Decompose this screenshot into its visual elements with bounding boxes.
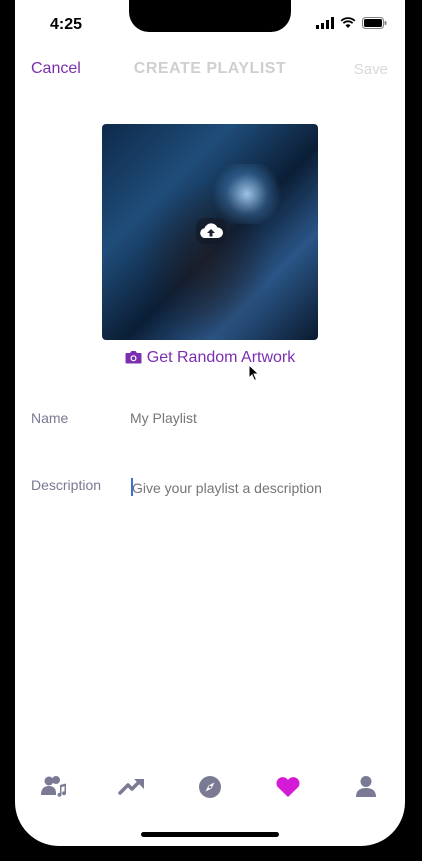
- tab-explore[interactable]: [193, 770, 227, 804]
- battery-icon: [362, 17, 387, 29]
- screen: 4:25 Cancel CREATE PLAYLIST Save Get Ran…: [15, 0, 405, 846]
- mouse-pointer-icon: [248, 364, 260, 382]
- notch: [129, 0, 291, 32]
- tab-friends-music[interactable]: [37, 770, 71, 804]
- artwork-shadow: [142, 184, 272, 340]
- tab-bar: [15, 770, 405, 806]
- compass-icon: [199, 776, 221, 798]
- playlist-artwork[interactable]: [102, 124, 318, 340]
- name-label: Name: [31, 410, 69, 426]
- tab-favorites[interactable]: [271, 770, 305, 804]
- name-input[interactable]: [130, 410, 380, 426]
- get-random-artwork-label: Get Random Artwork: [146, 349, 296, 366]
- cloud-upload-icon: [200, 223, 224, 238]
- upload-button[interactable]: [196, 218, 226, 244]
- wifi-icon: [340, 17, 356, 28]
- trending-icon: [118, 779, 144, 795]
- page-title: CREATE PLAYLIST: [133, 60, 287, 77]
- signal-icon: [316, 17, 334, 29]
- profile-icon: [356, 776, 376, 797]
- description-input[interactable]: [132, 480, 382, 496]
- camera-icon: [125, 351, 142, 364]
- phone-frame: 4:25 Cancel CREATE PLAYLIST Save Get Ran…: [0, 0, 422, 861]
- get-random-artwork-button[interactable]: Get Random Artwork: [15, 349, 405, 367]
- status-icons: [316, 17, 387, 29]
- description-label: Description: [31, 477, 102, 493]
- save-button[interactable]: Save: [354, 61, 388, 78]
- nav-bar: Cancel CREATE PLAYLIST Save: [15, 60, 405, 84]
- status-time: 4:25: [50, 16, 83, 33]
- home-indicator: [141, 832, 279, 837]
- tab-profile[interactable]: [349, 770, 383, 804]
- friends-music-icon: [41, 776, 67, 797]
- tab-trending[interactable]: [115, 770, 149, 804]
- heart-icon: [276, 777, 300, 797]
